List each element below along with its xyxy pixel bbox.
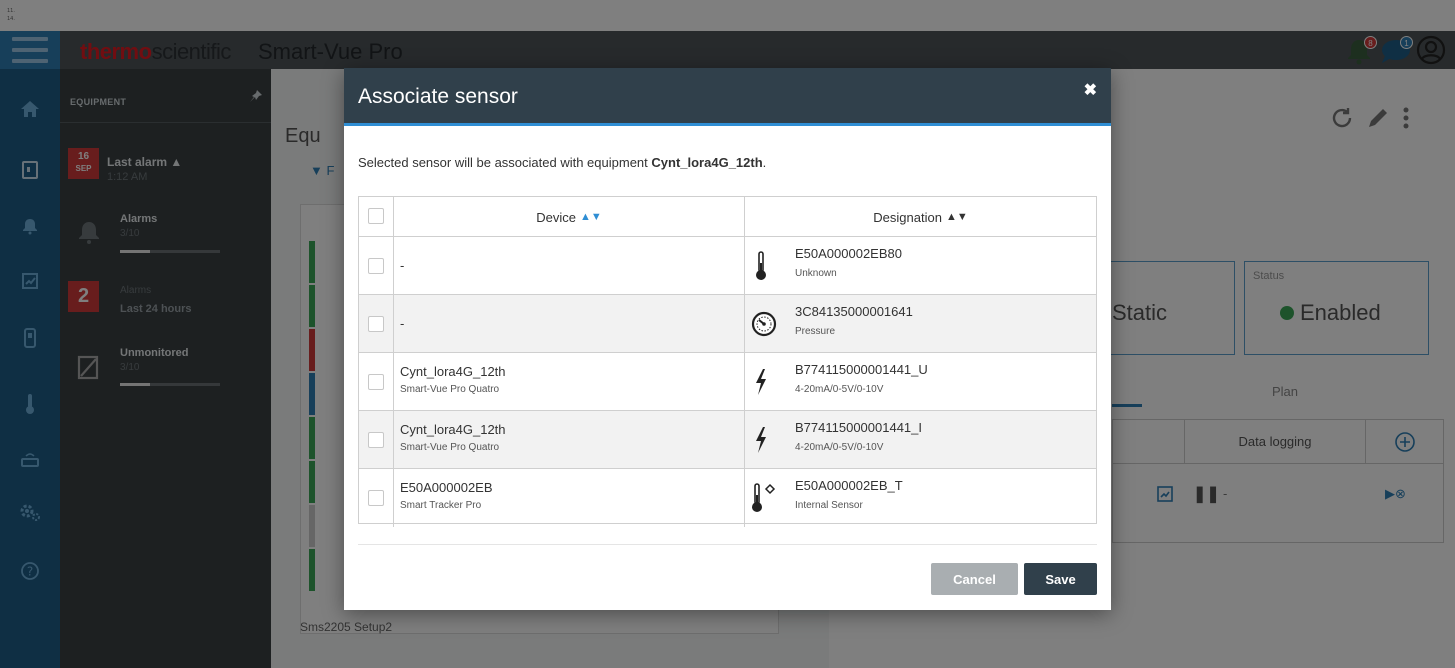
checkbox-cell — [359, 237, 394, 294]
cancel-button[interactable]: Cancel — [931, 563, 1018, 595]
row-checkbox[interactable] — [368, 374, 384, 390]
modal-title: Associate sensor — [358, 85, 518, 108]
device-name: E50A000002EB — [400, 480, 493, 495]
row-checkbox[interactable] — [368, 490, 384, 506]
designation-type: Unknown — [795, 268, 837, 279]
checkbox-cell — [359, 469, 394, 527]
sort-icon: ▲▼ — [579, 211, 602, 223]
designation-type: Internal Sensor — [795, 500, 863, 511]
device-cell: Cynt_lora4G_12th Smart-Vue Pro Quatro — [394, 411, 745, 468]
designation-name: E50A000002EB_T — [795, 478, 903, 493]
designation-type: Pressure — [795, 326, 836, 337]
device-cell: - — [394, 237, 745, 294]
table-row[interactable]: Cynt_lora4G_12th Smart-Vue Pro Quatro B7… — [359, 411, 1096, 469]
lightning-icon — [751, 365, 771, 399]
designation-cell: E50A000002EB_T Internal Sensor — [745, 469, 1096, 527]
designation-cell: E50A000002EB80 Unknown — [745, 237, 1096, 294]
lightning-icon — [751, 423, 771, 457]
device-model: Smart-Vue Pro Quatro — [400, 384, 500, 395]
designation-name: 3C84135000001641 — [795, 304, 913, 319]
device-name: - — [400, 316, 405, 331]
table-row[interactable]: Cynt_lora4G_12th Smart-Vue Pro Quatro B7… — [359, 353, 1096, 411]
modal-footer-divider — [358, 544, 1097, 545]
select-all-cell — [359, 197, 394, 236]
device-cell: Cynt_lora4G_12th Smart-Vue Pro Quatro — [394, 353, 745, 410]
modal-intro-text: Selected sensor will be associated with … — [358, 155, 767, 170]
device-model: Smart Tracker Pro — [400, 500, 482, 511]
checkbox-cell — [359, 411, 394, 468]
save-button[interactable]: Save — [1024, 563, 1097, 595]
table-header: Device ▲▼ Designation ▲▼ — [359, 197, 1096, 237]
designation-cell: B774115000001441_U 4-20mA/0-5V/0-10V — [745, 353, 1096, 410]
checkbox-cell — [359, 353, 394, 410]
designation-cell: 3C84135000001641 Pressure — [745, 295, 1096, 352]
designation-name: E50A000002EB80 — [795, 246, 902, 261]
modal-header: Associate sensor ✖ — [344, 68, 1111, 126]
intro-equipment-name: Cynt_lora4G_12th — [651, 155, 763, 170]
device-name: Cynt_lora4G_12th — [400, 422, 506, 437]
designation-name: B774115000001441_U — [795, 362, 928, 377]
sensor-table: Device ▲▼ Designation ▲▼ - E50A000002EB8… — [358, 196, 1097, 527]
device-column-header[interactable]: Device ▲▼ — [394, 197, 745, 237]
row-checkbox[interactable] — [368, 432, 384, 448]
device-name: Cynt_lora4G_12th — [400, 364, 506, 379]
table-row[interactable]: E50A000002EB Smart Tracker Pro E50A00000… — [359, 469, 1096, 527]
row-checkbox[interactable] — [368, 316, 384, 332]
device-cell: - — [394, 295, 745, 352]
thermometer-icon — [751, 249, 771, 283]
internal-thermometer-icon — [751, 481, 777, 515]
checkbox-cell — [359, 295, 394, 352]
table-row[interactable]: - E50A000002EB80 Unknown — [359, 237, 1096, 295]
device-name: - — [400, 258, 405, 273]
designation-column-header[interactable]: Designation ▲▼ — [745, 197, 1096, 237]
sort-icon: ▲▼ — [945, 211, 968, 223]
table-row[interactable]: - 3C84135000001641 Pressure — [359, 295, 1096, 353]
device-model: Smart-Vue Pro Quatro — [400, 442, 500, 453]
designation-name: B774115000001441_I — [795, 420, 922, 435]
select-all-checkbox[interactable] — [368, 208, 384, 224]
row-checkbox[interactable] — [368, 258, 384, 274]
designation-type: 4-20mA/0-5V/0-10V — [795, 384, 884, 395]
designation-cell: B774115000001441_I 4-20mA/0-5V/0-10V — [745, 411, 1096, 468]
designation-type: 4-20mA/0-5V/0-10V — [795, 442, 884, 453]
associate-sensor-modal: Associate sensor ✖ Selected sensor will … — [344, 68, 1111, 610]
device-cell: E50A000002EB Smart Tracker Pro — [394, 469, 745, 527]
pressure-gauge-icon — [751, 307, 777, 341]
close-icon[interactable]: ✖ — [1084, 80, 1097, 100]
